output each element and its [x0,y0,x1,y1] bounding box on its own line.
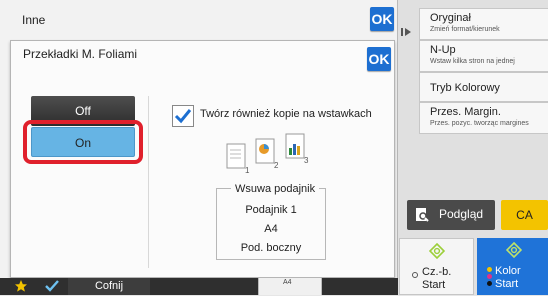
foil-separators-dialog: Przekładki M. Foliami OK Off On Twórz ró… [10,40,395,278]
dialog-ok-button[interactable]: OK [367,47,391,71]
page-number: 2 [274,161,279,170]
menu-item-label: Tryb Kolorowy [430,82,500,94]
color-dot-yellow [487,267,492,272]
menu-item-original[interactable]: Oryginał Zmień format/kierunek [419,8,548,40]
bw-start-button[interactable]: Cz.-b. Start [399,238,474,295]
paper-indicator-label: A4 [283,279,292,286]
dialog-title: Przekładki M. Foliami [23,47,138,61]
color-dot-magenta [487,274,492,279]
menu-item-sublabel: Wstaw kilka stron na jednej [430,58,515,65]
check-icon[interactable] [44,279,60,296]
bw-start-line-1: Cz.-b. [422,266,452,278]
menu-item-label: N-Up [430,44,456,56]
menu-item-label: Oryginał [430,12,471,24]
outer-title: Inne [22,13,46,27]
bw-start-dot [412,272,418,278]
preview-icon [415,207,429,223]
tray-info-line: A4 [264,223,278,235]
outer-ok-button[interactable]: OK [370,7,394,31]
documents-illustration-icon [216,127,316,173]
paper-indicator: A4 [258,278,322,295]
bottom-bar: Cofnij A4 [0,278,398,295]
page-number: 3 [304,156,309,165]
copy-on-inserts-checkbox[interactable] [172,105,194,127]
color-start-button[interactable]: Kolor Start [477,238,548,295]
bw-start-icon [428,242,446,262]
selection-highlight [23,120,143,164]
menu-item-sublabel: Zmień format/kierunek [430,26,500,33]
divider [148,96,149,268]
color-start-line-1: Kolor [495,265,521,277]
color-dot-black [487,281,492,286]
tray-info-title: Wsuwa podajnik [231,183,320,195]
checkmark-icon [174,109,192,124]
star-icon[interactable] [14,279,28,296]
menu-item-n-up[interactable]: N-Up Wstaw kilka stron na jednej [419,40,548,72]
color-start-icon [505,241,523,261]
play-icon[interactable] [400,26,414,38]
tray-info-line: Pod. boczny [240,242,302,254]
bw-start-line-2: Start [422,279,446,291]
back-button[interactable]: Cofnij [68,278,150,295]
page-number: 1 [245,166,250,175]
menu-item-color-mode[interactable]: Tryb Kolorowy [419,72,548,102]
checkbox-label: Twórz również kopie na wstawkach [200,108,372,120]
color-start-line-2: Start [495,278,519,290]
preview-label: Podgląd [439,207,484,221]
menu-item-sublabel: Przes. pozyc. tworząc margines [430,120,529,127]
menu-item-margin-shift[interactable]: Przes. Margin. Przes. pozyc. tworząc mar… [419,102,548,134]
clear-all-button[interactable]: CA [501,200,548,230]
tray-info-line: Podajnik 1 [245,204,297,216]
menu-item-label: Przes. Margin. [430,106,501,118]
preview-button[interactable]: Podgląd [407,200,495,230]
